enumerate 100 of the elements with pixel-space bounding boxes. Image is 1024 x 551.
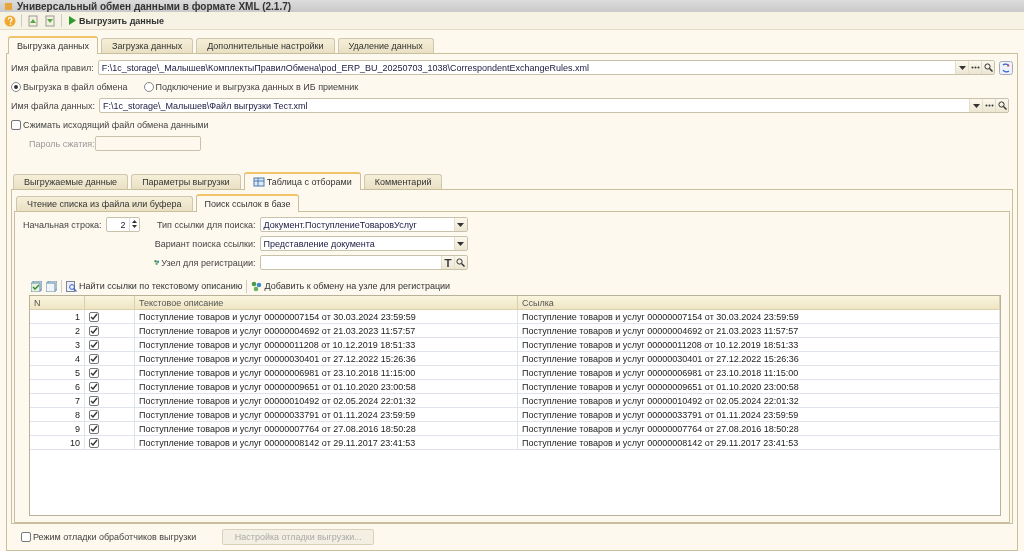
dropdown-button[interactable] [969, 99, 982, 112]
text-mode-button[interactable] [440, 256, 454, 269]
help-icon [4, 14, 16, 27]
tab[interactable]: Чтение списка из файла или буфера [16, 196, 193, 212]
find-links-button[interactable]: Найти ссылки по текстовому описанию [66, 280, 243, 292]
search-icon [997, 101, 1007, 110]
checkbox[interactable] [89, 353, 99, 364]
password-field[interactable] [95, 136, 201, 151]
caret-icon [972, 103, 980, 108]
checkbox[interactable] [89, 437, 99, 448]
column-header: Ссылка [518, 296, 1000, 310]
tab[interactable]: Выгрузка данных [8, 36, 99, 54]
node-field[interactable] [259, 255, 468, 270]
window-icon [4, 1, 13, 11]
row-number: 8 [30, 408, 85, 422]
tab[interactable]: Поиск ссылок в базе [195, 194, 300, 212]
node-icon [153, 257, 160, 268]
checkbox[interactable] [89, 409, 99, 420]
checkbox[interactable] [21, 532, 31, 542]
checkbox[interactable] [89, 339, 99, 350]
refresh-button[interactable] [999, 60, 1013, 75]
table-cell: Поступление товаров и услуг 00000030401 от 27.12.2022 15:26:36 [135, 352, 518, 366]
dropdown-button[interactable] [955, 61, 968, 74]
add-to-exchange-button[interactable]: Добавить к обмену на узле для регистрации [251, 280, 451, 292]
tab[interactable]: Дополнительные настройки [196, 38, 335, 54]
ellipsis-icon [984, 104, 994, 107]
check-all-button[interactable] [31, 280, 42, 292]
radio-button[interactable] [11, 81, 21, 92]
checkbox[interactable] [89, 395, 99, 406]
radio-button[interactable] [143, 81, 154, 92]
search-button[interactable] [995, 99, 1008, 112]
export-data-button[interactable]: Выгрузить данные [67, 15, 166, 26]
checkbox[interactable] [89, 311, 99, 322]
field-label: Вариант поиска ссылки: [153, 238, 256, 249]
checklist-icon [31, 280, 42, 292]
table-cell: Поступление товаров и услуг 00000030401 от 27.12.2022 15:26:36 [518, 352, 1000, 366]
tab[interactable]: Выгружаемые данные [13, 174, 129, 190]
search-icon [456, 258, 466, 267]
table-cell: Поступление товаров и услуг 00000010492 от 02.05.2024 22:01:32 [518, 394, 1000, 408]
caret-icon [457, 241, 465, 246]
checkbox[interactable] [11, 119, 21, 130]
checkbox[interactable] [89, 325, 99, 336]
document-search-icon [66, 280, 77, 292]
node-icon [251, 280, 263, 292]
search-icon [983, 63, 993, 72]
checkbox-option[interactable]: Сжимать исходящий файл обмена данными [11, 119, 209, 130]
dropdown-button[interactable] [453, 237, 467, 250]
table-cell: Поступление товаров и услуг 00000006981 от 23.10.2018 11:15:00 [518, 366, 1000, 380]
tab[interactable]: Таблица с отборами [243, 172, 361, 190]
up-arrow-icon [129, 218, 139, 224]
table-cell: Поступление товаров и услуг 00000033791 от 01.11.2024 23:59:59 [135, 408, 518, 422]
column-header [85, 296, 135, 310]
caret-icon [958, 65, 966, 70]
table-cell: Поступление товаров и услуг 00000009651 от 01.10.2020 23:00:58 [135, 380, 518, 394]
ellipsis-icon [970, 66, 980, 69]
search-button[interactable] [981, 61, 994, 74]
row-number: 2 [30, 324, 85, 338]
table-cell: Поступление товаров и услуг 00000011208 от 10.12.2019 18:51:33 [518, 338, 1000, 352]
checkbox[interactable] [89, 381, 99, 392]
table-cell: Поступление товаров и услуг 00000008142 от 29.11.2017 23:41:53 [135, 436, 518, 450]
tab[interactable]: Параметры выгрузки [131, 174, 241, 190]
field-label: Начальная строка: [23, 219, 102, 230]
start-row-field[interactable]: 2 [105, 217, 140, 232]
row-number: 3 [30, 338, 85, 352]
down-arrow-icon [129, 224, 139, 230]
field-label: Имя файла данных: [11, 100, 95, 111]
link-type-field[interactable]: Документ.ПоступлениеТоваровУслуг [259, 217, 468, 232]
caret-icon [457, 222, 465, 227]
table-cell: Поступление товаров и услуг 00000004692 от 21.03.2023 11:57:57 [518, 324, 1000, 338]
row-number: 7 [30, 394, 85, 408]
field-label: Узел для регистрации: [153, 257, 256, 268]
window-title: Универсальный обмен данными в формате XML (2.1.7) [17, 0, 292, 12]
tab[interactable]: Загрузка данных [101, 38, 194, 54]
dropdown-button[interactable] [453, 218, 467, 231]
row-number: 10 [30, 436, 85, 450]
checkbox[interactable] [89, 423, 99, 434]
checkbox[interactable] [89, 367, 99, 378]
data-file-field[interactable]: F:\1c_storage\_Малышев\Файл выгрузки Тест.xml [98, 98, 1009, 113]
row-number: 5 [30, 366, 85, 380]
column-header: Текстовое описание [135, 296, 518, 310]
table-cell: Поступление товаров и услуг 00000008142 от 29.11.2017 23:41:53 [518, 436, 1000, 450]
uncheck-all-button[interactable] [46, 280, 57, 292]
spin-buttons[interactable] [128, 218, 139, 231]
play-icon [69, 16, 76, 25]
checkbox-option[interactable]: Режим отладки обработчиков выгрузки [21, 532, 197, 542]
radio-option[interactable]: Подключение и выгрузка данных в ИБ приемник [143, 81, 359, 92]
tab[interactable]: Удаление данных [337, 38, 434, 54]
load-settings-button[interactable] [27, 14, 39, 27]
row-number: 1 [30, 310, 85, 324]
table-cell: Поступление товаров и услуг 00000009651 от 01.10.2020 23:00:58 [518, 380, 1000, 394]
letter-t-icon [443, 258, 452, 267]
table-icon [252, 176, 265, 187]
rules-file-field[interactable]: F:\1c_storage\_Малышев\КомплектыПравилОбмена\pod_ERP_BU_20250703_1038\CorrespondentExchangeRules.xml [97, 60, 995, 75]
table-cell: Поступление товаров и услуг 00000007154 от 30.03.2024 23:59:59 [518, 310, 1000, 324]
search-variant-field[interactable]: Представление документа [259, 236, 468, 251]
row-number: 4 [30, 352, 85, 366]
tab[interactable]: Комментарий [363, 174, 443, 190]
row-number: 9 [30, 422, 85, 436]
save-settings-button[interactable] [44, 14, 56, 27]
radio-option[interactable]: Выгрузка в файл обмена [11, 81, 128, 92]
